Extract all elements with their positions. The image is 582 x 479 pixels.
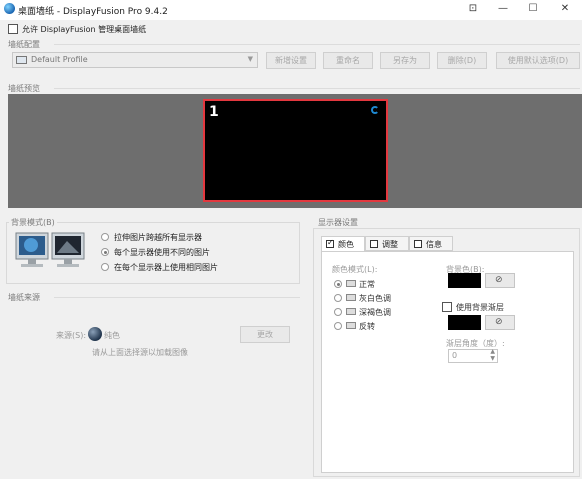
spinner-arrows-icon[interactable]: ▲ ▼ (490, 348, 495, 362)
eyedropper-icon: ⊘ (495, 317, 503, 327)
minimize-button[interactable]: — (488, 0, 518, 20)
new-profile-button[interactable]: 新增设置 (266, 52, 316, 69)
monitor-number: 1 (209, 104, 219, 120)
use-gradient-label: 使用背景渐层 (456, 303, 504, 312)
tab-info[interactable]: 信息 (409, 236, 453, 251)
chevron-down-icon: ▼ (247, 55, 253, 63)
allow-manage-label: 允许 DisplayFusion 管理桌面墙纸 (22, 25, 147, 34)
bg-color-swatch[interactable] (448, 273, 481, 288)
delete-profile-button[interactable]: 删除(D) (437, 52, 487, 69)
use-default-button[interactable]: 使用默认选项(D) (496, 52, 580, 69)
color-mode-radio-invert[interactable] (334, 322, 342, 330)
color-mode-title: 颜色模式(L): (332, 265, 378, 274)
normal-mode-icon (346, 280, 356, 287)
color-mode-radio-sepia[interactable] (334, 308, 342, 316)
source-value: 纯色 (104, 331, 120, 340)
bg-mode-label-different: 每个显示器使用不同的图片 (114, 248, 210, 257)
tab-color[interactable]: 颜色 (321, 236, 365, 252)
gradient-color-swatch[interactable] (448, 315, 481, 330)
bg-mode-radio-span[interactable] (101, 233, 109, 241)
color-mode-label-grayscale: 灰白色调 (359, 294, 391, 303)
invert-mode-icon (346, 322, 356, 329)
maximize-button[interactable]: ☐ (518, 0, 548, 20)
bg-mode-label-same: 在每个显示器上使用相同图片 (114, 263, 218, 272)
sepia-mode-icon (346, 308, 356, 315)
source-label: 来源(S): (56, 331, 87, 340)
use-gradient-checkbox[interactable] (442, 302, 452, 312)
monitor-preview-1[interactable] (203, 99, 388, 202)
color-mode-label-sepia: 深褐色调 (359, 308, 391, 317)
gradient-angle-value: 0 (452, 351, 458, 360)
displayfusion-logo-icon (371, 106, 379, 114)
tab-color-label: 颜色 (338, 240, 354, 249)
globe-icon (88, 327, 102, 341)
profile-select-value: Default Profile (31, 55, 88, 64)
tab-info-label: 信息 (426, 240, 442, 249)
profile-divider (54, 44, 580, 45)
color-mode-label-invert: 反转 (359, 322, 375, 331)
bg-mode-radio-different[interactable] (101, 248, 109, 256)
color-mode-radio-grayscale[interactable] (334, 294, 342, 302)
color-mode-radio-normal[interactable] (334, 280, 342, 288)
app-icon (4, 3, 15, 14)
tab-info-checkbox[interactable] (414, 240, 422, 248)
source-group-title: 墙纸来源 (8, 293, 40, 302)
close-button[interactable]: ✕ (550, 0, 580, 20)
bg-color-picker-button[interactable]: ⊘ (485, 273, 515, 288)
extra-window-button[interactable]: ⊡ (458, 0, 488, 20)
grayscale-mode-icon (346, 294, 356, 301)
gradient-angle-spinner[interactable]: 0 ▲ ▼ (448, 348, 498, 363)
source-hint: 请从上面选择源以加载图像 (92, 348, 188, 357)
color-mode-label-normal: 正常 (359, 280, 375, 289)
monitor-settings-title: 显示器设置 (316, 217, 360, 228)
profile-group-title: 墙纸配置 (8, 40, 40, 49)
monitors-illustration-icon (15, 232, 85, 267)
tab-adjust[interactable]: 调整 (365, 236, 409, 251)
tab-adjust-label: 调整 (382, 240, 398, 249)
preview-divider (54, 88, 580, 89)
window-title: 桌面墙纸 - DisplayFusion Pro 9.4.2 (18, 7, 168, 17)
gradient-color-picker-button[interactable]: ⊘ (485, 315, 515, 330)
eyedropper-icon: ⊘ (495, 275, 503, 285)
bg-mode-label-span: 拉伸图片跨越所有显示器 (114, 233, 202, 242)
bg-mode-group-title: 背景模式(B) (9, 217, 57, 228)
rename-profile-button[interactable]: 重命名 (323, 52, 373, 69)
gradient-angle-label: 渐层角度（度）: (446, 339, 505, 348)
tab-adjust-checkbox[interactable] (370, 240, 378, 248)
save-as-button[interactable]: 另存为 (380, 52, 430, 69)
tab-color-checkbox[interactable] (326, 238, 334, 248)
profile-select[interactable]: Default Profile ▼ (12, 52, 258, 68)
change-source-button[interactable]: 更改 (240, 326, 290, 343)
source-divider (54, 297, 300, 298)
preview-group-title: 墙纸预览 (8, 84, 40, 93)
allow-manage-checkbox[interactable] (8, 24, 18, 34)
bg-mode-radio-same[interactable] (101, 263, 109, 271)
monitor-icon (16, 56, 27, 64)
